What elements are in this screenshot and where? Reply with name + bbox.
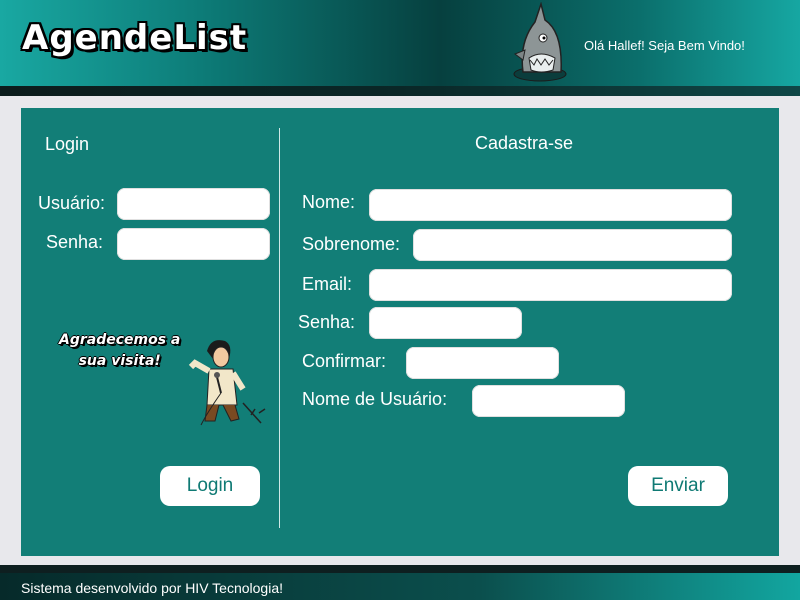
register-password-label: Senha: [298,312,356,332]
register-email-input[interactable] [369,269,732,301]
register-surname-input[interactable] [413,229,732,261]
login-username-input[interactable] [117,188,270,220]
register-password-input[interactable] [369,307,522,339]
header-divider [0,86,800,96]
shark-icon [513,2,567,82]
header: AgendeList Olá Hallef! Seja Bem Vindo! [0,0,800,88]
register-name-input[interactable] [369,189,732,221]
thanks-line2: sua visita! [78,353,161,369]
register-surname-label: Sobrenome: [302,234,401,254]
login-title: Login [45,134,90,154]
register-submit-button[interactable]: Enviar [628,466,728,506]
register-email-label: Email: [302,274,353,294]
thanks-message: Agradecemos a sua visita! [59,330,180,372]
main-panel: Login Usuário: Senha: Agradecemos a sua … [21,108,779,556]
register-username-input[interactable] [472,385,625,417]
login-password-label: Senha: [46,232,104,252]
register-confirm-input[interactable] [406,347,559,379]
app-logo: AgendeList [22,18,248,58]
footer-divider [0,565,800,573]
register-name-label: Nome: [302,192,356,212]
thanks-line1: Agradecemos a [59,332,181,348]
register-confirm-label: Confirmar: [302,351,387,371]
register-title: Cadastra-se [475,133,574,153]
welcome-message: Olá Hallef! Seja Bem Vindo! [584,38,745,53]
footer: Sistema desenvolvido por HIV Tecnologia! [0,565,800,600]
register-username-label: Nome de Usuário: [302,389,448,409]
login-button[interactable]: Login [160,466,260,506]
column-divider [279,128,280,528]
footer-text: Sistema desenvolvido por HIV Tecnologia! [21,580,284,596]
login-username-label: Usuário: [38,193,106,213]
login-password-input[interactable] [117,228,270,260]
singer-illustration [188,340,266,426]
